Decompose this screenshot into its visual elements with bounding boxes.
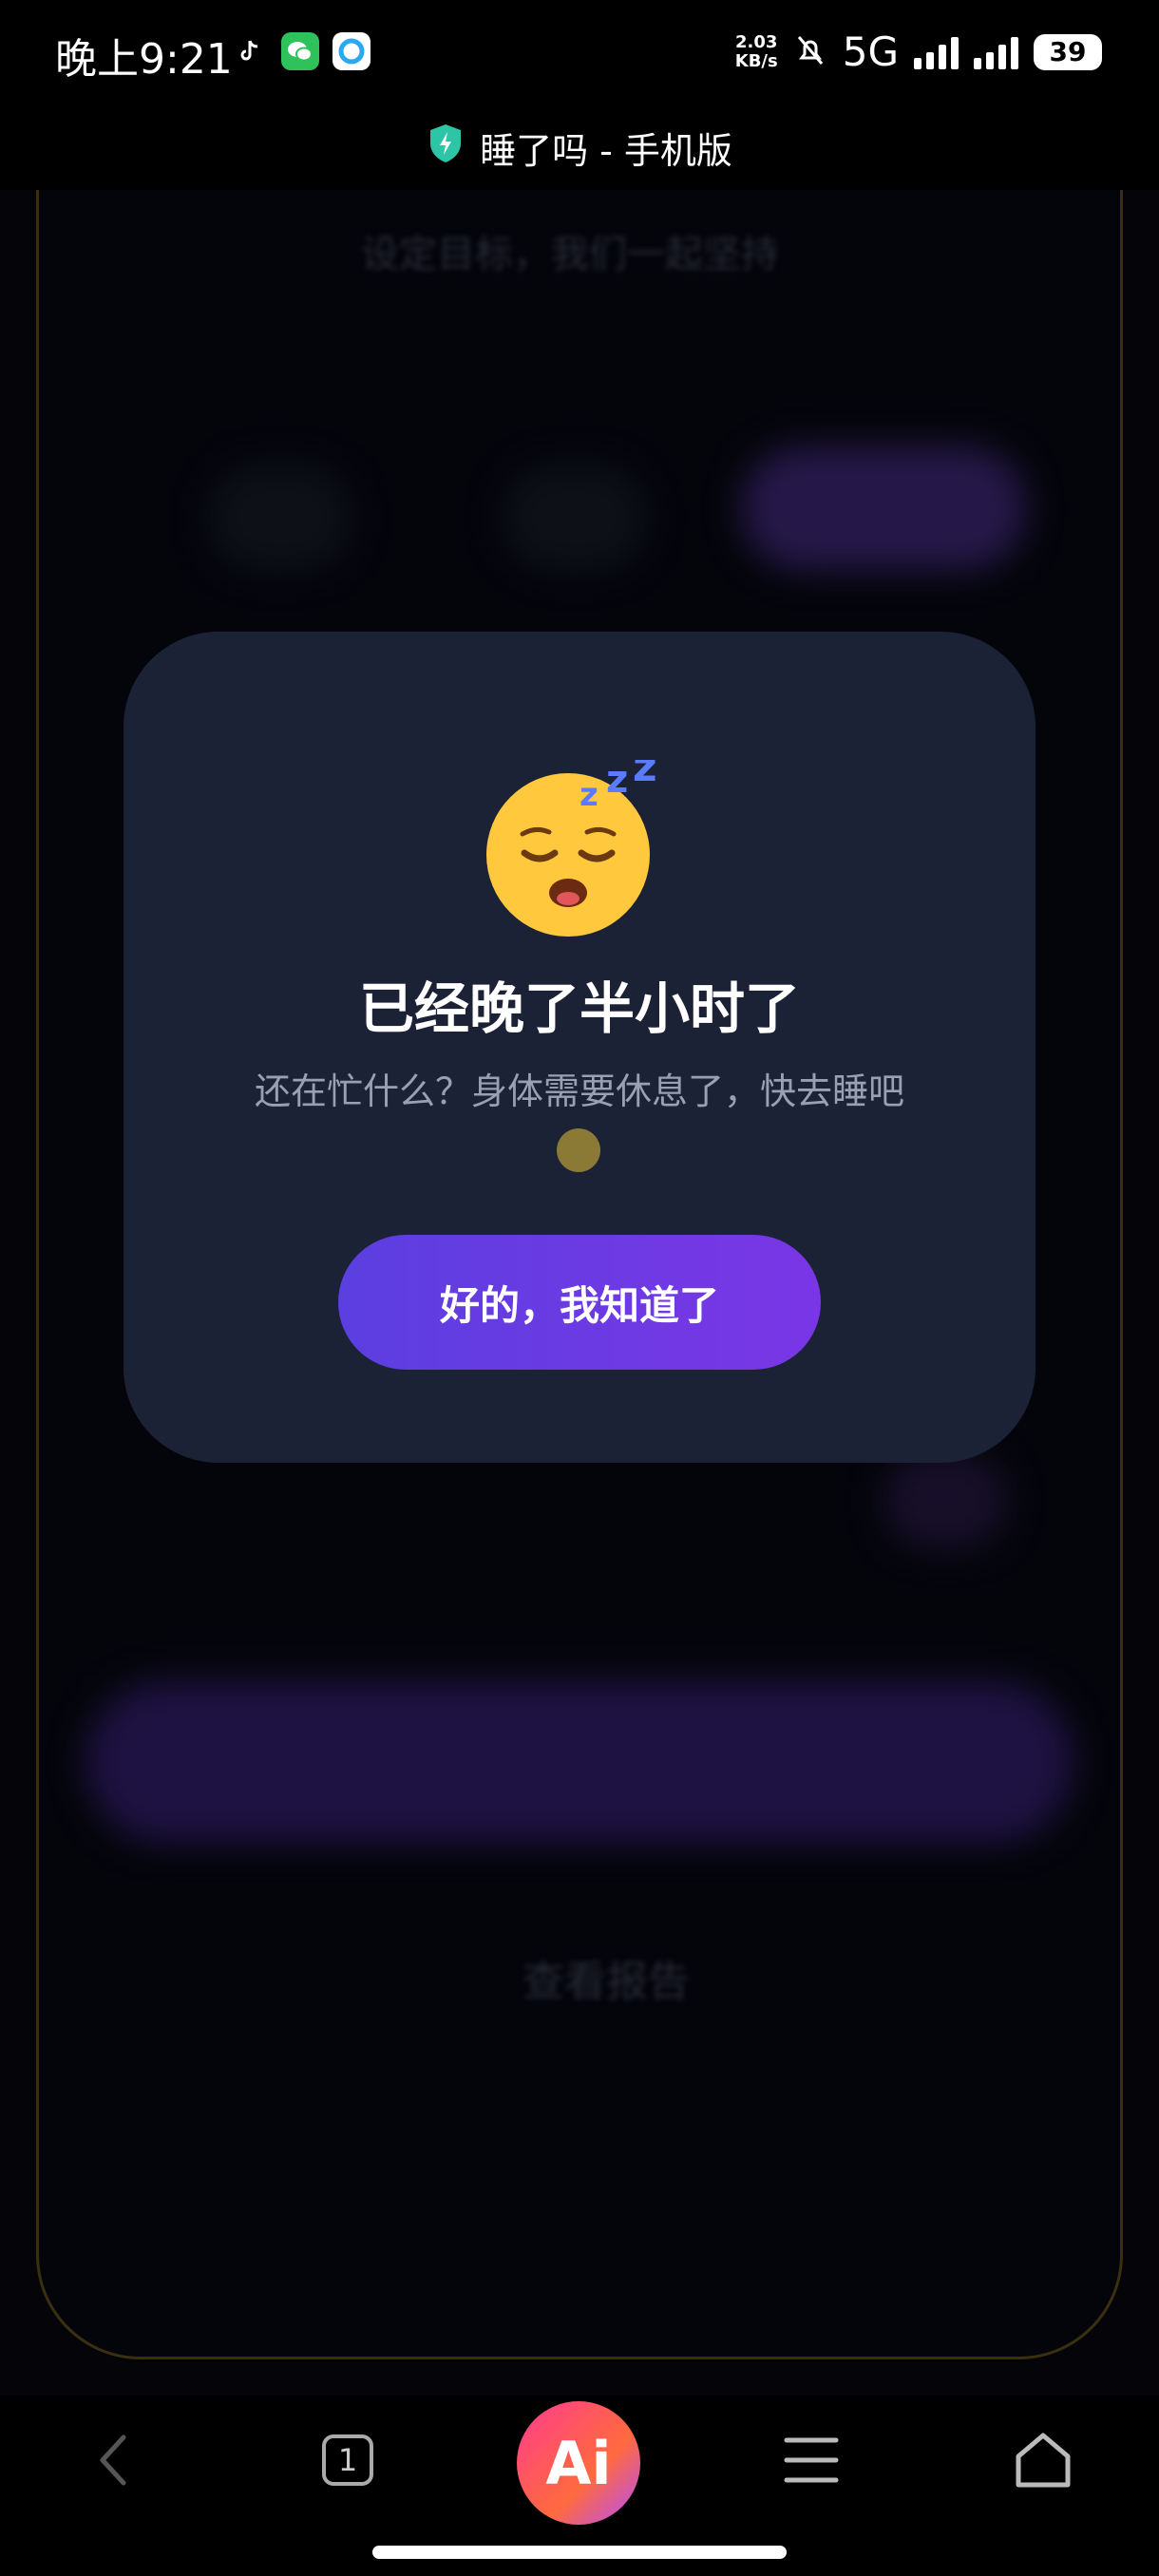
- battery-icon: 39: [1034, 33, 1102, 70]
- confirm-button[interactable]: 好的，我知道了: [338, 1235, 821, 1370]
- mute-bell-icon: [793, 33, 827, 71]
- svg-text:z: z: [633, 760, 657, 791]
- status-bar: 晚上9:21 2.03 KB/s 5G 39: [0, 0, 1159, 104]
- page-title: 睡了吗 - 手机版: [480, 129, 732, 172]
- signal-bars-1-icon: [914, 35, 959, 69]
- home-icon[interactable]: [1005, 2422, 1081, 2498]
- loading-dot: [557, 1128, 600, 1172]
- net-speed-value: 2.03: [735, 31, 778, 52]
- ai-assistant-button[interactable]: Ai: [517, 2401, 640, 2525]
- menu-icon[interactable]: [773, 2422, 849, 2498]
- tabs-button[interactable]: 1: [310, 2422, 386, 2498]
- wechat-icon: [281, 32, 319, 70]
- home-indicator[interactable]: [372, 2546, 787, 2559]
- network-speed: 2.03 KB/s: [734, 31, 778, 71]
- back-icon[interactable]: [76, 2422, 152, 2498]
- browser-title-bar: 睡了吗 - 手机版: [0, 104, 1159, 190]
- svg-text:z: z: [580, 776, 598, 814]
- tab-count: 1: [322, 2434, 373, 2486]
- status-time: 晚上9:21: [55, 35, 233, 84]
- status-indicators: 2.03 KB/s 5G 39: [735, 28, 1102, 75]
- shield-icon: [427, 123, 465, 173]
- tiktok-icon: [236, 38, 262, 65]
- browser-app-icon: [332, 32, 370, 70]
- svg-text:z: z: [606, 760, 628, 802]
- net-speed-unit: KB/s: [734, 50, 778, 71]
- sleeping-face-icon: z z z: [484, 743, 665, 940]
- dialog-message: 还在忙什么？身体需要休息了，快去睡吧: [254, 1070, 904, 1112]
- signal-bars-2-icon: [974, 35, 1018, 69]
- network-type: 5G: [842, 28, 899, 75]
- dialog-title: 已经晚了半小时了: [358, 976, 800, 1041]
